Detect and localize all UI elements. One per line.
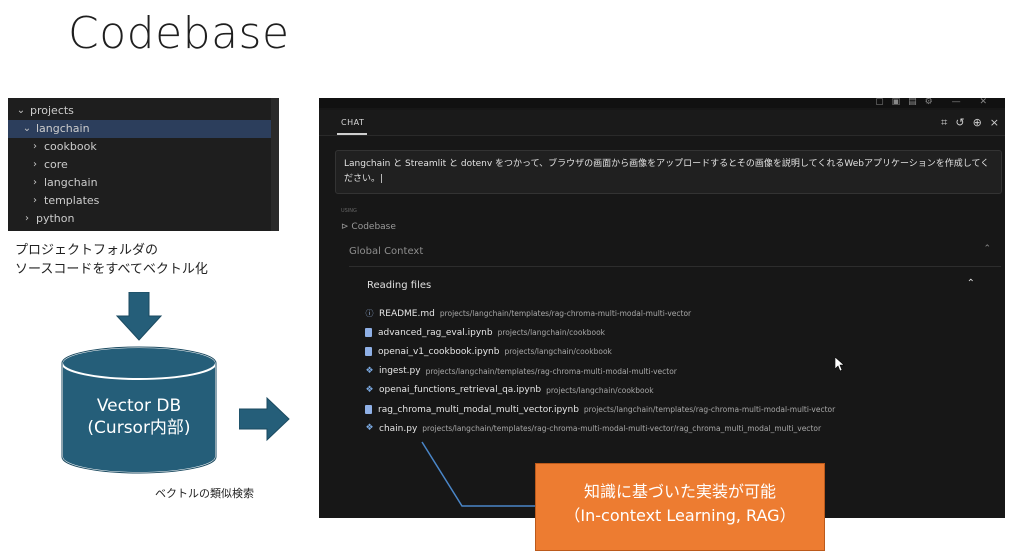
chevron-right-icon: ›: [33, 195, 37, 206]
list-item[interactable]: ❖ ingest.py projects/langchain/templates…: [365, 362, 1005, 381]
tree-item-label: projects: [30, 104, 74, 117]
file-path: projects/langchain/cookbook: [497, 328, 606, 338]
caption-line: プロジェクトフォルダの: [15, 243, 159, 258]
callout-line: 知識に基づいた実装が可能: [583, 482, 776, 501]
file-path: projects/langchain/templates/rag-chroma-…: [583, 405, 836, 415]
file-path: projects/langchain/templates/rag-chroma-…: [422, 424, 822, 434]
chevron-right-icon: ›: [33, 159, 37, 170]
file-name: chain.py: [379, 423, 418, 434]
notebook-icon: [365, 347, 372, 357]
chevron-down-icon: ⌄: [22, 123, 32, 134]
caption-line: ソースコードをすべてベクトル化: [15, 262, 208, 277]
list-item[interactable]: ❖ openai_functions_retrieval_qa.ipynb pr…: [365, 381, 1005, 400]
close-icon[interactable]: ×: [990, 116, 999, 130]
list-item[interactable]: rag_chroma_multi_modal_multi_vector.ipyn…: [365, 400, 1005, 419]
file-path: projects/langchain/cookbook: [546, 385, 654, 395]
chevron-down-icon: ⌄: [16, 105, 26, 116]
file-name: ingest.py: [379, 366, 421, 377]
file-path: projects/langchain/templates/rag-chroma-…: [425, 366, 677, 376]
title-bar: ▢▣▤⚙ — ✕: [319, 98, 1005, 108]
vector-db-label: Vector DB (Cursor内部): [60, 395, 218, 439]
tab-chat[interactable]: CHAT: [341, 118, 364, 127]
tree-item-cookbook[interactable]: › cookbook: [8, 138, 279, 156]
file-path: projects/langchain/templates/rag-chroma-…: [439, 309, 692, 319]
tree-item-label: langchain: [36, 122, 90, 135]
annotation-pointer: [421, 441, 538, 507]
notebook-icon: [365, 328, 372, 338]
add-icon[interactable]: ⊕: [973, 116, 982, 130]
chat-header: CHAT ⌗ ↺ ⊕ ×: [319, 110, 1005, 136]
tree-item-langchain-sub[interactable]: › langchain: [8, 174, 279, 192]
annotation-callout: 知識に基づいた実装が可能 （In-context Learning, RAG）: [535, 463, 825, 551]
db-label-line: (Cursor内部): [87, 418, 191, 438]
file-explorer: ⌄ projects ⌄ langchain › cookbook › core…: [8, 98, 279, 231]
list-item[interactable]: ❖ chain.py projects/langchain/templates/…: [365, 419, 1005, 438]
python-icon: ❖: [365, 423, 374, 434]
codebase-label: Codebase: [351, 222, 396, 232]
chat-actions: ⌗ ↺ ⊕ ×: [941, 116, 999, 130]
expand-icon[interactable]: ⌗: [941, 116, 947, 130]
callout-line: （In-context Learning, RAG）: [564, 506, 796, 525]
db-label-line: Vector DB: [96, 396, 182, 416]
tree-item-label: langchain: [44, 176, 98, 189]
file-name: openai_v1_cookbook.ipynb: [378, 346, 500, 357]
codebase-context[interactable]: ⊳ Codebase: [341, 222, 396, 232]
window-controls-icon[interactable]: ▢▣▤⚙ — ✕: [875, 98, 995, 107]
chevron-up-icon[interactable]: ⌃: [967, 278, 975, 289]
vectorize-caption: プロジェクトフォルダの ソースコードをすべてベクトル化: [15, 241, 208, 279]
list-item[interactable]: ⓘ README.md projects/langchain/templates…: [365, 304, 1005, 323]
tree-item-projects[interactable]: ⌄ projects: [8, 102, 279, 120]
file-name: advanced_rag_eval.ipynb: [378, 327, 493, 338]
slide-title: Codebase: [68, 8, 290, 59]
explorer-scrollbar[interactable]: [271, 98, 279, 231]
tree-item-core[interactable]: › core: [8, 156, 279, 174]
using-label: USING: [341, 208, 357, 214]
python-icon: ❖: [365, 384, 374, 395]
history-icon[interactable]: ↺: [955, 116, 964, 130]
tree-item-langchain[interactable]: ⌄ langchain: [8, 120, 279, 138]
chevron-right-icon: ›: [33, 141, 37, 152]
global-context-label[interactable]: Global Context: [349, 246, 423, 257]
chevron-up-icon[interactable]: ⌃: [983, 244, 991, 254]
tree-item-python[interactable]: › python: [8, 210, 279, 228]
file-name: rag_chroma_multi_modal_multi_vector.ipyn…: [378, 404, 579, 415]
info-icon: ⓘ: [365, 309, 374, 319]
chat-input[interactable]: Langchain と Streamlit と dotenv をつかって、ブラウ…: [335, 150, 1002, 194]
divider: [349, 266, 1001, 267]
chevron-right-icon: ›: [33, 177, 37, 188]
python-icon: ❖: [365, 365, 374, 376]
arrow-down-icon: [115, 292, 163, 341]
tree-item-templates[interactable]: › templates: [8, 192, 279, 210]
list-item[interactable]: advanced_rag_eval.ipynb projects/langcha…: [365, 323, 1005, 342]
tree-item-label: templates: [44, 194, 100, 207]
file-name: README.md: [379, 308, 435, 319]
file-path: projects/langchain/cookbook: [504, 347, 612, 357]
active-tab-indicator: [337, 133, 367, 135]
similarity-search-caption: ベクトルの類似検索: [155, 487, 254, 500]
mouse-cursor-icon: [835, 357, 845, 371]
list-item[interactable]: openai_v1_cookbook.ipynb projects/langch…: [365, 342, 1005, 361]
file-name: openai_functions_retrieval_qa.ipynb: [379, 385, 542, 396]
chevron-right-icon: ›: [25, 213, 29, 224]
arrow-right-icon: [239, 396, 290, 442]
tree-item-label: python: [36, 212, 75, 225]
codebase-icon: ⊳: [341, 222, 352, 232]
reading-files-label[interactable]: Reading files: [367, 280, 431, 291]
tree-item-label: core: [44, 158, 68, 171]
reading-files-list: ⓘ README.md projects/langchain/templates…: [365, 304, 1005, 438]
notebook-icon: [365, 405, 372, 415]
tree-item-label: cookbook: [44, 140, 97, 153]
